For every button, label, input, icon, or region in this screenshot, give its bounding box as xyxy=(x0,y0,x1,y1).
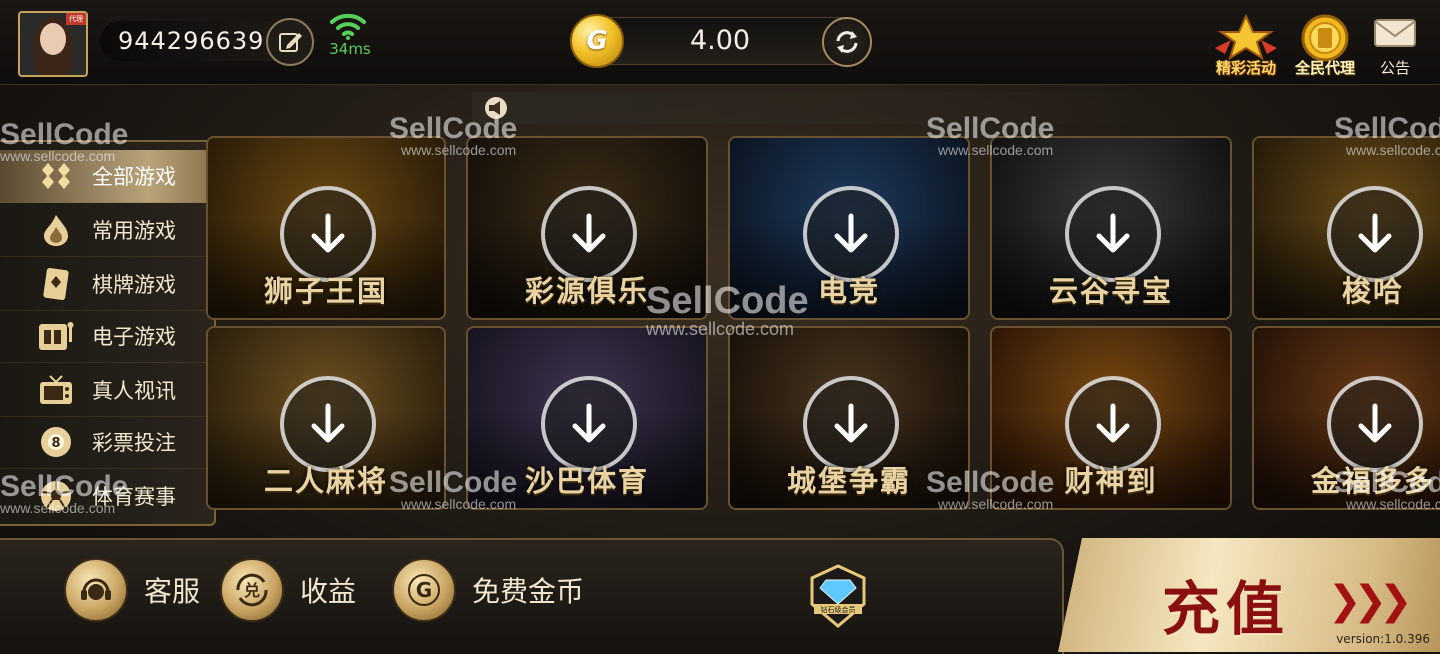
all-games-icon xyxy=(36,159,76,193)
refresh-icon xyxy=(836,31,858,53)
customer-service-button[interactable]: 客服 xyxy=(64,558,200,622)
envelope-icon xyxy=(1374,19,1416,47)
game-name: 财神到 xyxy=(1064,464,1158,498)
recharge-label: 充值 xyxy=(1162,575,1291,643)
balance-value: 4.00 xyxy=(689,25,751,56)
free-coins-label: 免费金币 xyxy=(472,575,585,608)
megaphone-icon xyxy=(485,97,507,119)
sidebar-item-all-games[interactable]: 全部游戏 xyxy=(0,150,212,203)
game-name: 彩源俱乐 xyxy=(524,274,649,308)
game-tile[interactable]: 彩源俱乐 xyxy=(466,136,708,320)
earnings-button[interactable]: 兑 收益 xyxy=(220,558,356,622)
sidebar-item-label: 全部游戏 xyxy=(92,165,176,189)
recharge-button[interactable]: 充值 ❯❯❯ version:1.0.396 xyxy=(1058,538,1440,652)
svg-text:兑: 兑 xyxy=(244,581,260,600)
pencil-icon xyxy=(279,33,302,52)
soccer-ball-icon xyxy=(36,479,76,513)
svg-text:G: G xyxy=(416,578,432,602)
game-tile[interactable]: 金福多多 xyxy=(1252,326,1440,510)
announcement-bar xyxy=(472,92,1152,124)
sidebar-item-sports[interactable]: 体育赛事 xyxy=(0,470,212,522)
avatar[interactable]: 代理 xyxy=(18,11,88,77)
edit-profile-button[interactable] xyxy=(266,18,314,66)
game-name: 云谷寻宝 xyxy=(1048,274,1173,308)
sidebar-item-label: 常用游戏 xyxy=(92,219,176,243)
game-tile[interactable]: 城堡争霸 xyxy=(728,326,970,510)
notice-button[interactable]: 公告 xyxy=(1370,14,1420,78)
flame-icon xyxy=(36,213,76,247)
bottom-bar: 客服 兑 收益 G 免费金币 钻石级会员 xyxy=(0,538,1064,654)
sidebar-item-card-games[interactable]: 棋牌游戏 xyxy=(0,258,212,311)
network-status: 34ms xyxy=(326,10,371,60)
game-tile[interactable]: 云谷寻宝 xyxy=(990,136,1232,320)
sidebar-item-lottery[interactable]: 8 彩票投注 xyxy=(0,416,212,469)
game-tile[interactable]: 电竞 xyxy=(728,136,970,320)
diamond-vip-badge[interactable]: 钻石级会员 xyxy=(806,564,870,628)
lottery-ball-icon: 8 xyxy=(36,425,76,459)
refresh-balance-button[interactable] xyxy=(822,17,872,67)
free-coins-button[interactable]: G 免费金币 xyxy=(392,558,584,622)
game-tile[interactable]: 财神到 xyxy=(990,326,1232,510)
avatar-badge: 代理 xyxy=(66,13,86,25)
game-name: 狮子王国 xyxy=(263,274,388,308)
activities-label: 精彩活动 xyxy=(1215,59,1276,77)
tv-icon xyxy=(36,373,76,407)
game-tile[interactable]: 狮子王国 xyxy=(206,136,446,320)
svg-text:8: 8 xyxy=(51,436,60,451)
sidebar-item-common-games[interactable]: 常用游戏 xyxy=(0,204,212,257)
agent-label: 全民代理 xyxy=(1294,59,1355,77)
game-name: 沙巴体育 xyxy=(524,464,649,498)
earnings-label: 收益 xyxy=(300,575,357,608)
game-tile[interactable]: 梭哈 xyxy=(1252,136,1440,320)
game-tile[interactable]: 二人麻将 xyxy=(206,326,446,510)
sidebar-item-label: 真人视讯 xyxy=(92,379,176,403)
category-sidebar: 全部游戏 常用游戏 棋牌游戏 电子游戏 真人视讯 8 彩票投注 体育赛事 xyxy=(0,140,216,526)
game-name: 城堡争霸 xyxy=(786,464,911,498)
sidebar-item-label: 体育赛事 xyxy=(92,485,176,509)
notice-label: 公告 xyxy=(1379,59,1410,77)
activities-button[interactable]: 精彩活动 xyxy=(1204,13,1288,78)
sidebar-item-label: 彩票投注 xyxy=(92,431,176,455)
wifi-icon xyxy=(330,13,366,40)
customer-service-label: 客服 xyxy=(144,575,201,608)
game-tile[interactable]: 沙巴体育 xyxy=(466,326,708,510)
game-name: 金福多多 xyxy=(1310,464,1435,498)
game-name: 电竞 xyxy=(817,274,880,308)
exchange-icon: 兑 xyxy=(220,558,284,622)
game-name: 二人麻将 xyxy=(263,464,388,498)
star-trophy-icon xyxy=(1215,13,1277,61)
sidebar-item-live-video[interactable]: 真人视讯 xyxy=(0,364,212,417)
game-name: 梭哈 xyxy=(1341,274,1404,308)
triple-chevron-icon: ❯❯❯ xyxy=(1328,578,1412,624)
headset-icon xyxy=(64,558,128,622)
cards-icon xyxy=(36,267,76,301)
slot-machine-icon xyxy=(36,319,76,353)
agent-button[interactable]: 全民代理 xyxy=(1292,14,1358,78)
coin-g-icon: G xyxy=(392,558,456,622)
sidebar-item-label: 棋牌游戏 xyxy=(92,273,176,297)
gold-coin-icon: G xyxy=(570,14,624,68)
svg-text:钻石级会员: 钻石级会员 xyxy=(821,605,856,614)
agent-coin-icon xyxy=(1301,14,1349,62)
sidebar-item-label: 电子游戏 xyxy=(92,325,176,349)
sidebar-item-slot-games[interactable]: 电子游戏 xyxy=(0,310,212,363)
ping-value: 34ms xyxy=(329,40,371,58)
version-text: version:1.0.396 xyxy=(1336,632,1430,646)
